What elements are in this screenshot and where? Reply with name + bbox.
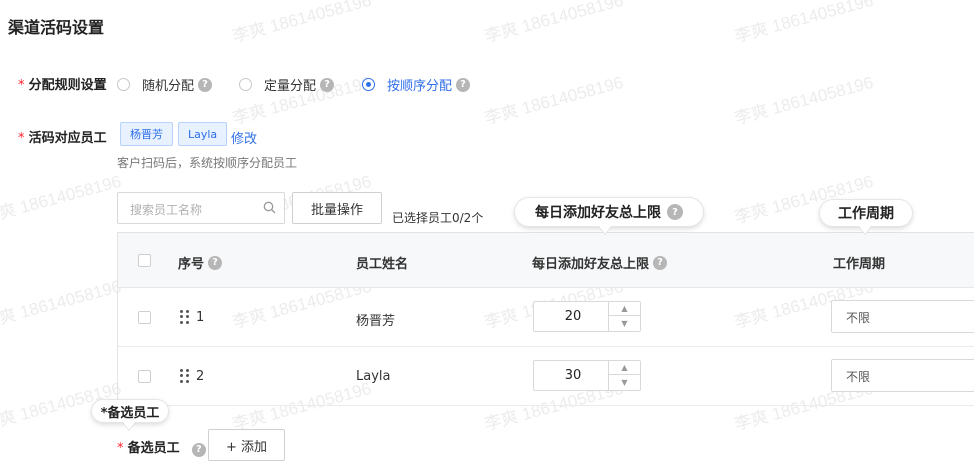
staff-tag: Layla [178,122,228,146]
callout-work-cycle-text: 工作周期 [838,206,894,222]
drag-handle-icon[interactable] [180,369,190,383]
callout-backup-staff-text: *备选员工 [100,405,160,421]
staff-table: 序号 ? 员工姓名 每日添加好友总上限 ? 工作周期 1 杨晋芳 20 ▲ ▼ 不… [117,232,974,406]
daily-limit-stepper[interactable]: 20 ▲ ▼ [533,301,641,332]
radio-random-dot[interactable] [117,78,130,91]
column-name-label: 员工姓名 [356,257,409,272]
staff-label-text: 活码对应员工 [28,131,107,146]
search-input[interactable]: 搜索员工名称 [117,192,285,224]
column-name: 员工姓名 [356,253,408,272]
required-mark: * [18,131,25,146]
search-icon[interactable] [263,201,276,218]
chevron-up-icon[interactable]: ▲ [609,361,640,375]
batch-operation-button[interactable]: 批量操作 [292,192,382,224]
table-row: 1 杨晋芳 20 ▲ ▼ 不限 [118,288,974,347]
callout-work-cycle: 工作周期 [820,200,912,226]
row-checkbox[interactable] [138,370,151,383]
callout-tail [122,421,136,430]
radio-sequential-dot[interactable] [362,78,375,91]
column-index: 序号 ? [178,253,223,272]
callout-tail [858,225,872,234]
radio-sequential-label[interactable]: 按顺序分配 [387,75,452,94]
column-daily-limit: 每日添加好友总上限 ? [532,253,668,272]
daily-limit-value[interactable]: 30 [538,368,608,383]
question-circle-icon: ? [456,77,471,92]
column-index-label: 序号 [178,257,205,272]
chevron-down-icon[interactable]: ▼ [609,316,640,330]
daily-limit-stepper[interactable]: 30 ▲ ▼ [533,360,641,391]
radio-sequential[interactable]: 按顺序分配 ? [362,75,471,94]
question-circle-icon: ? [198,77,213,92]
required-mark: * [117,441,124,456]
question-circle-icon: ? [667,204,683,220]
row-checkbox[interactable] [138,311,151,324]
radio-quantity-dot[interactable] [239,78,252,91]
column-daily-limit-label: 每日添加好友总上限 [532,257,650,272]
column-work-cycle-label: 工作周期 [833,257,886,272]
watermark: 李爽 18614058196 [0,171,124,228]
daily-limit-value[interactable]: 20 [538,309,608,324]
watermark: 李爽 18614058196 [732,72,876,129]
add-backup-staff-button[interactable]: + 添加 [208,429,285,461]
callout-daily-limit-text: 每日添加好友总上限 [535,205,661,221]
backup-staff-label: * 备选员工 ? [117,437,206,457]
row-index: 2 [196,369,205,384]
callout-tail [598,225,612,234]
radio-random[interactable]: 随机分配 ? [117,75,213,94]
table-header: 序号 ? 员工姓名 每日添加好友总上限 ? 工作周期 [118,233,974,288]
selected-count: 已选择员工0/2个 [392,211,484,225]
watermark: 李爽 18614058196 [482,0,626,47]
row-name: 杨晋芳 [356,314,396,329]
select-all-checkbox[interactable] [138,254,151,267]
chevron-up-icon[interactable]: ▲ [609,302,640,316]
question-circle-icon: ? [208,255,223,270]
watermark: 李爽 18614058196 [0,276,124,333]
radio-quantity[interactable]: 定量分配 ? [239,75,335,94]
radio-random-label[interactable]: 随机分配 [142,75,194,94]
question-circle-icon: ? [653,255,668,270]
search-placeholder: 搜索员工名称 [130,203,203,217]
staff-hint: 客户扫码后，系统按顺序分配员工 [117,156,298,170]
edit-staff-link[interactable]: 修改 [231,128,257,147]
row-name: Layla [356,369,391,384]
work-cycle-select[interactable]: 不限 [831,359,974,392]
row-index: 1 [196,310,205,325]
required-mark: * [18,78,25,93]
callout-backup-staff: *备选员工 [92,400,168,422]
radio-quantity-label[interactable]: 定量分配 [264,75,316,94]
column-work-cycle: 工作周期 [833,253,885,272]
question-circle-icon: ? [191,442,206,457]
staff-label: * 活码对应员工 [18,127,107,146]
watermark: 李爽 18614058196 [482,72,626,129]
table-row: 2 Layla 30 ▲ ▼ 不限 [118,347,974,406]
question-circle-icon: ? [320,77,335,92]
backup-staff-label-text: 备选员工 [127,441,180,456]
drag-handle-icon[interactable] [180,310,190,324]
watermark: 李爽 18614058196 [230,0,374,47]
work-cycle-select[interactable]: 不限 [831,300,974,333]
staff-tag: 杨晋芳 [120,122,173,146]
chevron-down-icon[interactable]: ▼ [609,375,640,389]
allocation-label-text: 分配规则设置 [28,78,107,93]
watermark: 李爽 18614058196 [732,0,876,47]
callout-daily-limit: 每日添加好友总上限 ? [515,198,703,226]
page-title: 渠道活码设置 [8,18,105,37]
allocation-label: * 分配规则设置 [18,74,107,93]
